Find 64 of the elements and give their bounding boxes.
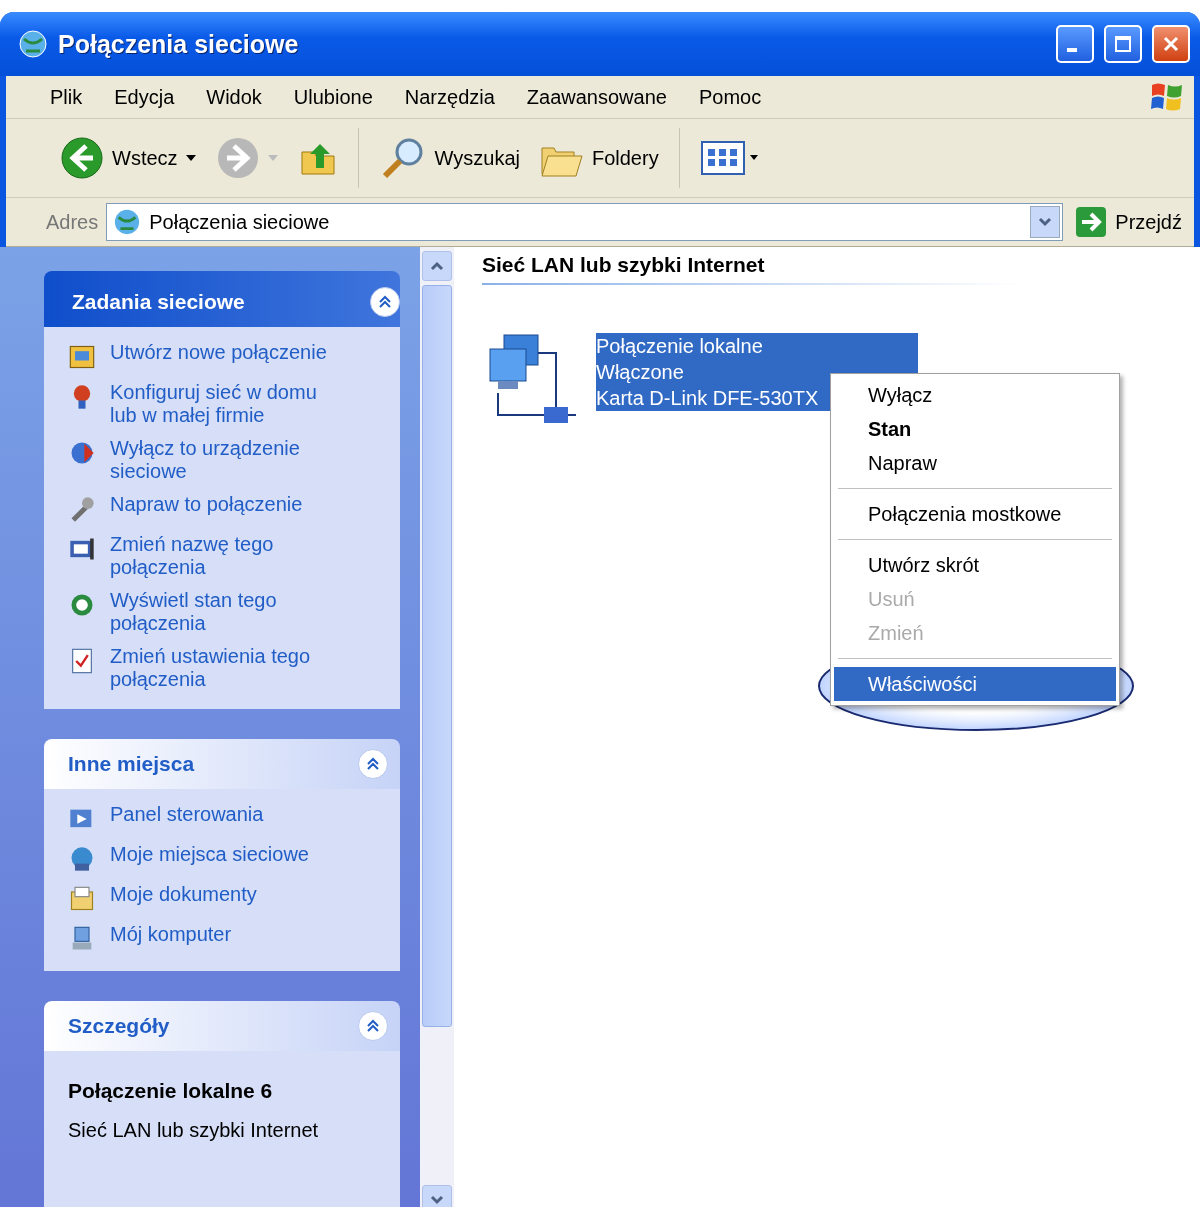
task-link[interactable]: Konfiguruj sieć w domu lub w małej firmie <box>110 381 346 427</box>
double-chevron-up-icon <box>377 294 393 310</box>
panel-title: Inne miejsca <box>68 752 195 776</box>
views-icon <box>699 140 760 176</box>
network-globe-icon <box>18 29 48 59</box>
dropdown-button[interactable] <box>1030 206 1061 238</box>
detail-name: Połączenie lokalne 6 <box>68 1079 274 1103</box>
task-link[interactable]: Napraw to połączenie <box>110 493 303 516</box>
dropdown-caret-icon <box>185 155 196 161</box>
chevron-up-icon <box>430 261 444 271</box>
chevron-down-icon <box>430 1195 444 1205</box>
collapse-button[interactable] <box>358 749 388 779</box>
double-chevron-up-icon <box>365 1018 381 1034</box>
double-chevron-up-icon <box>365 756 381 772</box>
menu-item[interactable]: Edycja <box>98 81 191 113</box>
maximize-icon <box>1114 35 1132 53</box>
back-button[interactable]: Wstecz <box>54 132 202 184</box>
task-link[interactable]: Zmień ustawienia tego połączenia <box>110 645 346 691</box>
group-header: Sieć LAN lub szybki Internet <box>482 253 1022 285</box>
task-link[interactable]: Panel sterowania <box>110 803 264 826</box>
network-globe-icon <box>113 208 142 236</box>
context-menu-item[interactable]: Stan <box>834 412 1116 446</box>
task-link[interactable]: Zmień nazwę tego połączenia <box>110 533 346 579</box>
minimize-icon <box>1067 48 1077 52</box>
task-icon <box>68 343 96 371</box>
task-link[interactable]: Moje dokumenty <box>110 883 257 906</box>
task-icon <box>68 885 96 913</box>
context-menu-item[interactable]: Właściwości <box>834 667 1116 701</box>
collapse-button[interactable] <box>370 287 400 317</box>
folders-button[interactable]: Foldery <box>533 134 665 182</box>
menu-item[interactable]: Ulubione <box>277 81 389 113</box>
menu-item[interactable]: Widok <box>190 81 278 113</box>
scroll-up-button[interactable] <box>422 251 452 281</box>
address-label: Adres <box>46 210 99 234</box>
minimize-button[interactable] <box>1056 25 1094 63</box>
context-menu-item[interactable]: Napraw <box>834 446 1116 480</box>
window-title: Połączenia sieciowe <box>58 29 300 59</box>
search-button[interactable]: Wyszukaj <box>372 132 526 184</box>
close-icon <box>1162 35 1180 53</box>
detail-type: Sieć LAN lub szybki Internet <box>68 1119 320 1142</box>
go-button[interactable]: Przejdź <box>1071 206 1186 238</box>
maximize-button[interactable] <box>1104 25 1142 63</box>
context-menu-item[interactable]: Połączenia mostkowe <box>834 497 1116 531</box>
close-button[interactable] <box>1152 25 1190 63</box>
context-menu-item[interactable]: Utwórz skrót <box>834 548 1116 582</box>
task-link[interactable]: Moje miejsca sieciowe <box>110 843 309 866</box>
task-link[interactable]: Utwórz nowe połączenie <box>110 341 327 364</box>
menu-item[interactable]: Plik <box>34 81 99 113</box>
dropdown-caret-icon <box>267 155 278 161</box>
menu-item[interactable]: Zaawansowane <box>510 81 683 113</box>
menu-item[interactable]: Narzędzia <box>388 81 511 113</box>
panel-title: Zadania sieciowe <box>72 290 245 314</box>
task-link[interactable]: Wyświetl stan tego połączenia <box>110 589 346 635</box>
scroll-down-button[interactable] <box>422 1185 452 1207</box>
panel-title: Szczegóły <box>68 1014 170 1038</box>
windows-flag-icon <box>1150 81 1184 113</box>
chevron-down-icon <box>1038 217 1053 227</box>
collapse-button[interactable] <box>358 1011 388 1041</box>
scrollbar[interactable] <box>420 247 454 1207</box>
address-field[interactable]: Połączenia sieciowe <box>106 203 1064 241</box>
menu-item[interactable]: Pomoc <box>682 81 778 113</box>
task-link[interactable]: Wyłącz to urządzenie sieciowe <box>110 437 346 483</box>
task-link[interactable]: Mój komputer <box>110 923 232 946</box>
scroll-thumb[interactable] <box>422 285 452 1027</box>
